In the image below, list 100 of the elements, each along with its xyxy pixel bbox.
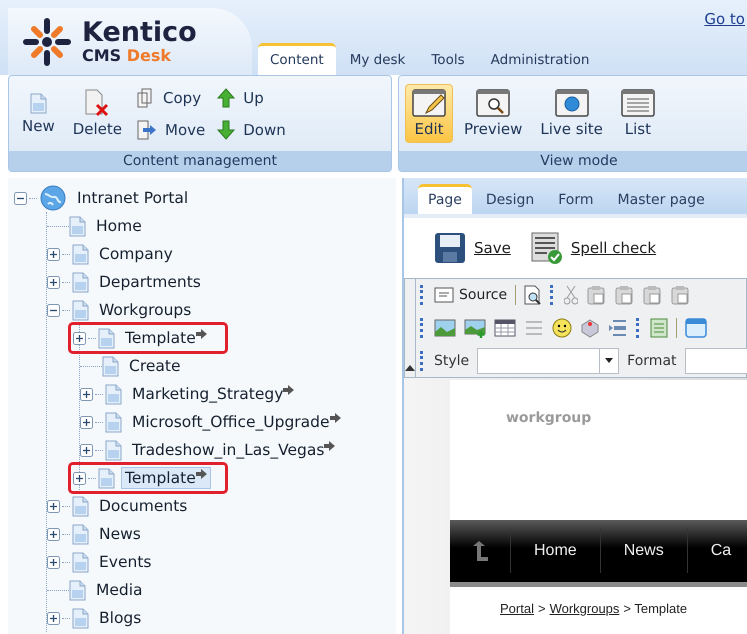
expand-toggle[interactable] (80, 388, 93, 400)
down-arrow-icon (217, 120, 236, 140)
tree-item[interactable]: Documents (95, 495, 192, 517)
expand-toggle[interactable] (47, 612, 60, 624)
window-icon[interactable] (685, 318, 707, 338)
spell-check-link[interactable]: Spell check (530, 232, 656, 264)
view-mode-button[interactable]: Edit (405, 84, 453, 143)
table-icon[interactable] (494, 318, 516, 337)
page-icon (105, 440, 122, 460)
page-icon (98, 328, 115, 348)
source-icon (434, 287, 454, 304)
up-button[interactable]: Up (213, 86, 290, 110)
main-tab[interactable]: My desk (338, 43, 418, 75)
expand-toggle[interactable] (80, 444, 93, 456)
logo-icon (22, 16, 72, 66)
editor-tab[interactable]: Design (476, 184, 544, 214)
expand-toggle[interactable] (47, 276, 60, 288)
style-label: Style (434, 352, 470, 369)
paste-icon[interactable] (614, 285, 634, 306)
logo-name: Kentico (82, 19, 197, 46)
tree-item[interactable]: News (95, 523, 145, 545)
collapse-toolbar-icon[interactable] (405, 365, 415, 371)
expand-toggle[interactable] (47, 500, 60, 512)
globe-window-icon (554, 89, 589, 117)
expand-toggle[interactable] (73, 472, 86, 484)
breadcrumb-link[interactable]: Workgroups (550, 601, 620, 616)
move-icon (137, 120, 158, 140)
nav-link[interactable]: News (600, 529, 687, 573)
expand-toggle[interactable] (73, 332, 86, 344)
document-icon[interactable] (650, 318, 668, 338)
copy-button[interactable]: Copy (133, 86, 210, 110)
breadcrumb-text: > Template (623, 601, 688, 616)
insert-image-icon[interactable] (464, 318, 486, 338)
nav-link[interactable]: Home (510, 529, 600, 573)
move-button[interactable]: Move (133, 118, 210, 142)
main-tab[interactable]: Content (258, 43, 336, 75)
main-tab[interactable]: Administration (478, 43, 602, 75)
main-tab[interactable]: Tools (419, 43, 477, 75)
nav-link[interactable]: Ca (686, 529, 747, 573)
page-icon (105, 384, 122, 404)
breadcrumb-link[interactable]: Portal (500, 601, 534, 616)
image-icon[interactable] (434, 318, 456, 338)
page-icon (98, 468, 115, 488)
page-icon (72, 524, 89, 544)
group-title: View mode (399, 151, 747, 171)
paste-icon[interactable] (642, 285, 662, 306)
logo-product: CMS Desk (82, 48, 172, 64)
view-mode-button[interactable]: Live site (533, 84, 610, 143)
preview-page-icon[interactable] (524, 285, 542, 306)
go-to-link[interactable]: Go to (704, 10, 745, 28)
tree-item[interactable]: Events (95, 551, 156, 573)
new-button[interactable]: New (15, 88, 62, 140)
tree-item[interactable]: Template (121, 467, 211, 489)
tree-item[interactable]: Company (95, 243, 177, 265)
horizontal-rule-icon[interactable] (608, 318, 628, 338)
copy-icon[interactable] (586, 285, 606, 306)
page-icon (72, 272, 89, 292)
page-icon (72, 244, 89, 264)
tree-item[interactable]: Template (121, 327, 211, 349)
expand-toggle[interactable] (80, 416, 93, 428)
tree-item[interactable]: Media (92, 579, 147, 601)
collapse-toggle[interactable] (14, 192, 27, 204)
tree-item[interactable]: Marketing_Strategy (128, 383, 298, 405)
tree-item[interactable]: Departments (95, 271, 205, 293)
page-icon (72, 552, 89, 572)
down-button[interactable]: Down (213, 118, 290, 142)
tree-item[interactable]: Blogs (95, 607, 146, 629)
page-icon (72, 608, 89, 628)
tree-item[interactable]: Microsoft_Office_Upgrade (128, 411, 345, 433)
editor-tab[interactable]: Master page (608, 184, 715, 214)
paste-icon[interactable] (670, 285, 690, 306)
preview-icon (476, 89, 510, 117)
smiley-icon[interactable] (552, 318, 572, 338)
format-label: Format (627, 352, 677, 369)
edit-icon (412, 89, 446, 117)
save-link[interactable]: Save (434, 232, 511, 264)
delete-page-icon (85, 89, 110, 117)
delete-button[interactable]: Delete (66, 84, 130, 143)
breadcrumb-text: > (538, 601, 546, 616)
expand-toggle[interactable] (47, 248, 60, 260)
tree-item[interactable]: Intranet Portal (73, 187, 192, 209)
tree-item[interactable]: Workgroups (95, 299, 196, 321)
spell-check-icon (530, 232, 563, 264)
collapse-toggle[interactable] (47, 304, 60, 316)
editor-tab[interactable]: Page (418, 184, 472, 214)
view-mode-button[interactable]: Preview (457, 84, 530, 143)
expand-toggle[interactable] (47, 528, 60, 540)
editor-tab[interactable]: Form (548, 184, 604, 214)
tree-item[interactable]: Tradeshow_in_Las_Vegas (128, 439, 340, 461)
tree-item[interactable]: Home (92, 215, 146, 237)
view-mode-button[interactable]: List (614, 84, 662, 143)
up-arrow-icon[interactable] (471, 540, 489, 562)
source-button[interactable]: Source (434, 287, 508, 304)
tree-item[interactable]: Create (125, 355, 185, 377)
expand-toggle[interactable] (47, 556, 60, 568)
page-icon (105, 412, 122, 432)
globe-icon (39, 184, 67, 212)
page-heading: workgroup (506, 410, 592, 426)
list-icon (620, 89, 655, 117)
page-icon (72, 300, 89, 320)
